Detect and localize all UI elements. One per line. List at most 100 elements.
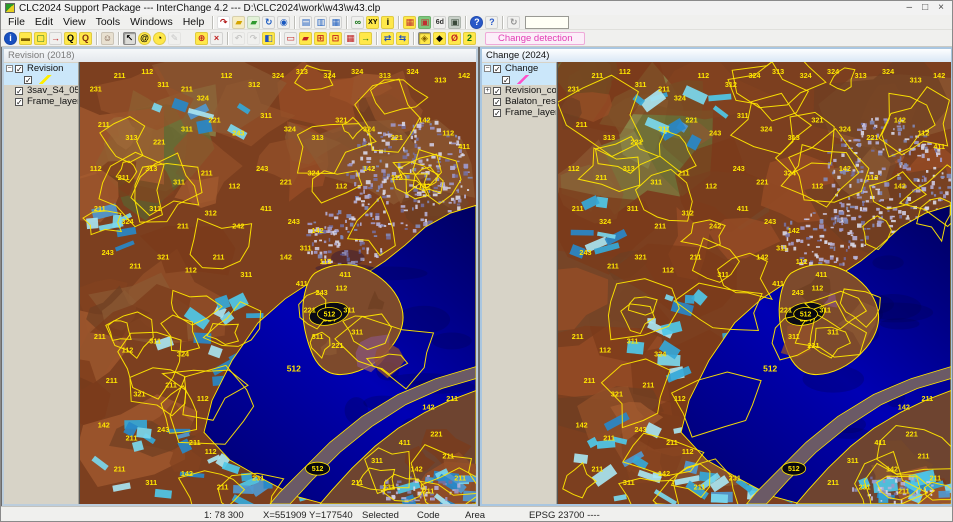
context-help-icon[interactable]: ? (485, 16, 498, 29)
layer-checkbox[interactable]: ✓ (15, 87, 23, 95)
select-cursor-icon[interactable]: ↖ (123, 32, 136, 45)
status-scale: 1: 78 300 (204, 510, 244, 521)
apply-change-icon[interactable]: → (359, 32, 372, 45)
node-edit-icon[interactable]: ◆ (433, 32, 446, 45)
rotate-view-icon[interactable]: ↻ (262, 16, 275, 29)
map-code-label: 311 (145, 478, 157, 487)
select-region-icon[interactable]: ▢ (34, 32, 47, 45)
info-table-icon[interactable]: i (381, 16, 394, 29)
close-button[interactable]: × (938, 2, 944, 14)
find-binoculars-icon[interactable]: ∞ (351, 16, 364, 29)
rect-outline-icon[interactable]: ▭ (284, 32, 297, 45)
menu-tools[interactable]: Tools (91, 15, 126, 29)
revert-change-icon[interactable]: 2 (463, 32, 476, 45)
tile-vertical-icon[interactable]: ▥ (314, 16, 327, 29)
info-cursor-icon[interactable]: i (4, 32, 17, 45)
layer-label[interactable]: Revision_copy (505, 85, 556, 96)
tile-horizontal-icon[interactable]: ▤ (299, 16, 312, 29)
globe-icon[interactable]: ◉ (277, 16, 290, 29)
polygon-fill-icon[interactable]: ▰ (299, 32, 312, 45)
tree-expander[interactable]: + (484, 87, 491, 94)
map-code-label: 221 (331, 341, 343, 350)
zoom-pair-icon[interactable]: Q (79, 32, 92, 45)
refresh-icon[interactable]: ↻ (507, 16, 520, 29)
change-window-titlebar[interactable]: Change (2024) (482, 49, 951, 62)
revision-map-view[interactable]: 2312111123112113241123123243133243243133… (79, 62, 476, 504)
tree-row: ✓ Frame_layer (482, 107, 556, 118)
xy-attributes-icon[interactable]: XY (366, 16, 379, 29)
open-project-icon[interactable]: ↷ (217, 16, 230, 29)
tree-expander-spacer (493, 76, 500, 83)
cut-polygon-icon[interactable]: Ø (448, 32, 461, 45)
map-code-label: 211 (595, 173, 607, 182)
menu-file[interactable]: File (3, 15, 30, 29)
tree-expander[interactable]: − (484, 65, 491, 72)
attribute-window-icon[interactable]: ▦ (344, 32, 357, 45)
map-code-label: 311 (173, 177, 185, 186)
at-position-icon[interactable]: @ (138, 32, 151, 45)
merge-polygons-icon[interactable]: ◈ (418, 32, 431, 45)
user-profile-icon[interactable]: ☺ (101, 32, 114, 45)
compare-split-icon[interactable]: ◧ (262, 32, 275, 45)
tree-expander[interactable]: − (6, 65, 13, 72)
menu-view[interactable]: View (58, 15, 91, 29)
time-icon[interactable]: ◔ (153, 32, 166, 45)
tree-row: ✓ Frame_layer (4, 96, 78, 107)
layer-checkbox[interactable]: ✓ (493, 65, 501, 73)
cascade-windows-icon[interactable]: ▦ (329, 16, 342, 29)
anaglyph-3d-icon[interactable]: 6d (433, 16, 446, 29)
map-code-label: 142 (458, 71, 470, 80)
revision-window-titlebar[interactable]: Revision (2018) (4, 49, 476, 62)
add-feature-icon[interactable]: ⊕ (195, 32, 208, 45)
map-badge-label: 512 (788, 466, 800, 473)
map-code-label: 112 (90, 164, 102, 173)
scale-combobox[interactable] (525, 16, 569, 29)
minimize-button[interactable]: – (907, 2, 913, 14)
map-layer-green-icon[interactable]: ▰ (247, 16, 260, 29)
classification-grid-icon[interactable]: ▦ (403, 16, 416, 29)
map-code-label: 243 (635, 425, 647, 434)
layer-label[interactable]: Revision (27, 63, 63, 74)
layer-label[interactable]: Frame_layer (27, 96, 78, 107)
help-icon[interactable]: ? (470, 16, 483, 29)
layer-label[interactable]: Balaton_reszlet.tif (505, 96, 556, 107)
layer-label[interactable]: Change (505, 63, 538, 74)
change-map-view[interactable]: 2312111123112113241123123243133243243133… (557, 62, 951, 504)
legend-colors-icon[interactable]: ▣ (418, 16, 431, 29)
layer-checkbox[interactable]: ✓ (24, 76, 32, 84)
map-code-label: 211 (666, 438, 678, 447)
draw-line-icon: ✎ (168, 32, 181, 45)
layer-checkbox[interactable]: ✓ (502, 76, 510, 84)
map-code-label: 211 (572, 332, 584, 341)
pan-arrow-icon[interactable]: → (49, 32, 62, 45)
map-code-label: 324 (177, 350, 189, 359)
map-layer-yellow-icon[interactable]: ▰ (232, 16, 245, 29)
delete-feature-icon[interactable]: × (210, 32, 223, 45)
map-code-label: 112 (698, 71, 710, 80)
layer-checkbox[interactable]: ✓ (493, 98, 501, 106)
measure-icon[interactable]: ▬ (19, 32, 32, 45)
swap-layers-icon[interactable]: ⇄ (381, 32, 394, 45)
layer-label[interactable]: Frame_layer (505, 107, 556, 118)
layer-checkbox[interactable]: ✓ (493, 109, 501, 117)
layer-checkbox[interactable]: ✓ (15, 98, 23, 106)
menu-edit[interactable]: Edit (30, 15, 58, 29)
grid-node-icon[interactable]: ⊞ (314, 32, 327, 45)
menu-help[interactable]: Help (178, 15, 210, 29)
grid-fill-icon[interactable]: ⊡ (329, 32, 342, 45)
maximize-button[interactable]: □ (922, 2, 928, 14)
swap-views-icon[interactable]: ⇆ (396, 32, 409, 45)
map-code-label: 142 (898, 403, 910, 412)
map-code-label: 211 (217, 482, 229, 491)
map-code-label: 211 (572, 204, 584, 213)
map-code-label: 243 (232, 129, 244, 138)
menu-windows[interactable]: Windows (125, 15, 178, 29)
map-code-label: 112 (336, 283, 348, 292)
change-detection-button[interactable]: Change detection (485, 32, 585, 45)
layer-checkbox[interactable]: ✓ (15, 65, 23, 73)
snapshot-camera-icon[interactable]: ▣ (448, 16, 461, 29)
zoom-in-icon[interactable]: Q (64, 32, 77, 45)
layer-label[interactable]: 3sav_S4_051010_73_2 (27, 85, 78, 96)
layer-checkbox[interactable]: ✓ (493, 87, 501, 95)
map-code-label: 313 (296, 67, 308, 76)
